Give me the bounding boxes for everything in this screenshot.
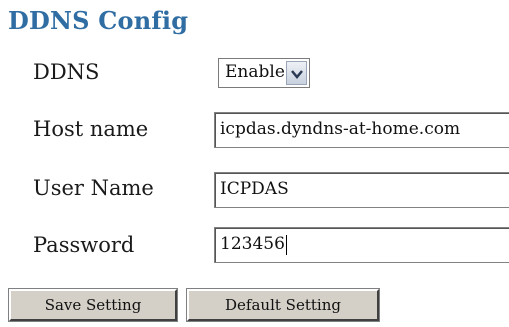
host-name-label: Host name [33,117,149,141]
user-name-value: ICPDAS [220,179,289,199]
default-setting-button[interactable]: Default Setting [186,288,380,322]
host-name-value: icpdas.dyndns-at-home.com [220,119,461,139]
text-caret [285,234,287,255]
save-setting-button[interactable]: Save Setting [8,288,178,322]
password-label: Password [33,233,135,257]
dropdown-button[interactable] [286,61,307,85]
ddns-label: DDNS [33,60,100,84]
password-value: 123456 [220,234,285,254]
user-name-label: User Name [33,176,154,200]
host-name-input[interactable]: icpdas.dyndns-at-home.com [214,112,509,148]
user-name-input[interactable]: ICPDAS [214,172,509,208]
page-title: DDNS Config [8,6,189,35]
ddns-select[interactable]: Enable [218,58,310,88]
chevron-down-icon [291,70,303,79]
ddns-select-value: Enable [225,62,285,82]
password-input[interactable]: 123456 [214,227,509,263]
password-value-wrap: 123456 [220,234,287,255]
